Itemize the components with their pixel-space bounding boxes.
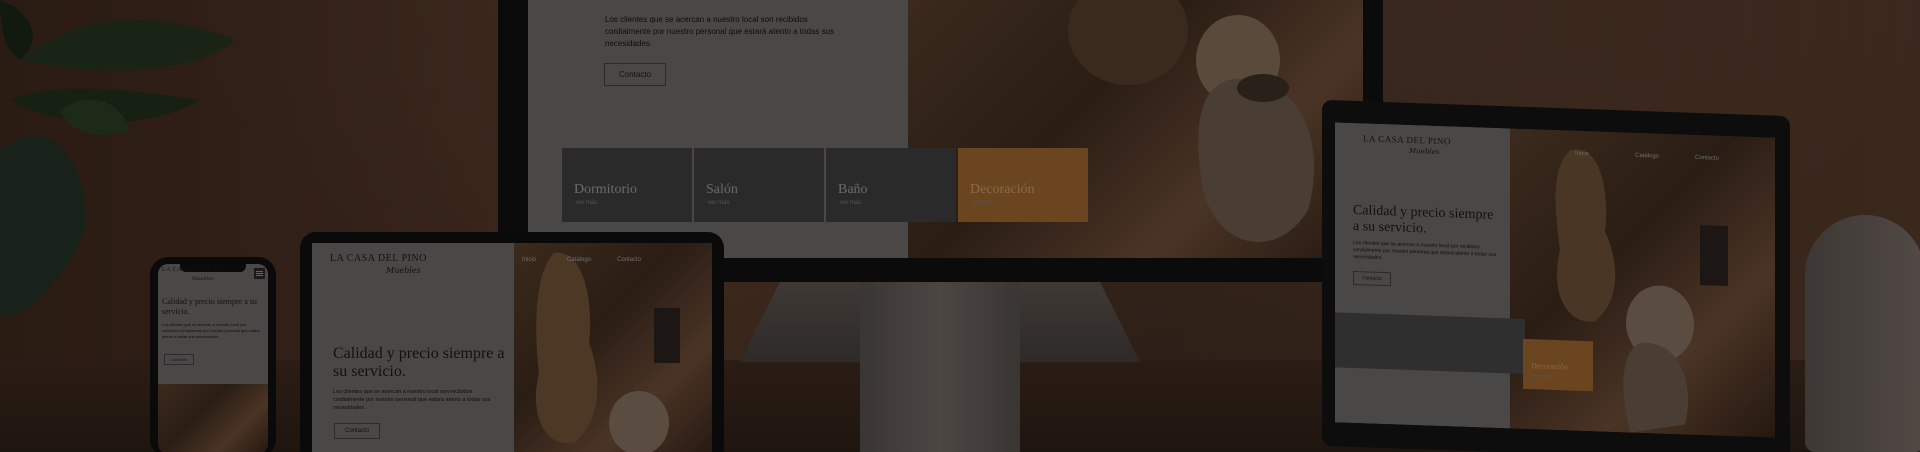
dark-overlay <box>0 0 1920 452</box>
mockup-scene: Los clientes que se acercan a nuestro lo… <box>0 0 1920 452</box>
